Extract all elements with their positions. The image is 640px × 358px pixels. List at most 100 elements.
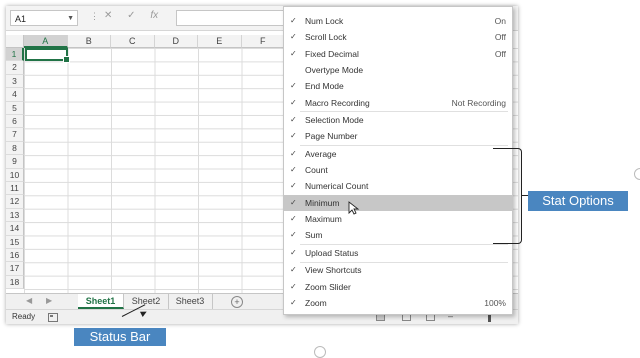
menu-item-label: Zoom Slider xyxy=(305,281,351,292)
row-header-9[interactable]: 9 xyxy=(6,155,24,169)
row-header-4[interactable]: 4 xyxy=(6,88,24,102)
chevron-down-icon[interactable]: ▼ xyxy=(67,11,74,27)
row-header-15[interactable]: 15 xyxy=(6,235,24,249)
row-header-2[interactable]: 2 xyxy=(6,61,24,75)
menu-item-label: Count xyxy=(305,165,328,176)
row-header-8[interactable]: 8 xyxy=(6,141,24,156)
menu-item-minimum[interactable]: ✓ Minimum xyxy=(284,194,512,211)
row-header-1[interactable]: 1 xyxy=(6,48,24,62)
checkmark-icon: ✓ xyxy=(290,48,297,58)
row-header-10[interactable]: 10 xyxy=(6,168,24,182)
row-header-3[interactable]: 3 xyxy=(6,74,24,89)
menu-item-zoom[interactable]: ✓ Zoom 100% xyxy=(284,295,512,311)
menu-item-label: Macro Recording xyxy=(305,97,370,108)
checkmark-icon: ✓ xyxy=(290,181,297,191)
tab-sheet3[interactable]: Sheet3 xyxy=(168,294,213,309)
checkmark-icon: ✓ xyxy=(290,297,297,307)
row-header-11[interactable]: 11 xyxy=(6,182,24,196)
column-header-d[interactable]: D xyxy=(154,35,198,48)
checkmark-icon: ✓ xyxy=(290,97,297,107)
menu-item-label: Numerical Count xyxy=(305,181,369,192)
checkmark-icon: ✓ xyxy=(290,115,297,124)
checkmark-icon: ✓ xyxy=(290,32,297,42)
checkmark-icon: ✓ xyxy=(290,148,297,158)
menu-item-average[interactable]: ✓ Average xyxy=(284,146,512,162)
menu-item-maximum[interactable]: ✓ Maximum xyxy=(284,211,512,227)
edge-mark xyxy=(634,168,640,180)
menu-item-macro-recording[interactable]: ✓ Macro Recording Not Recording xyxy=(284,95,512,111)
tab-sheet2[interactable]: Sheet2 xyxy=(124,294,169,309)
mouse-cursor-icon xyxy=(348,201,360,215)
column-header-e[interactable]: E xyxy=(198,35,242,48)
row-header-14[interactable]: 14 xyxy=(6,222,24,236)
menu-item-fixed-decimal[interactable]: ✓ Fixed Decimal Off xyxy=(284,46,512,62)
add-sheet-button[interactable]: + xyxy=(231,296,243,308)
row-header-5[interactable]: 5 xyxy=(6,101,24,115)
menu-item-label: View Shortcuts xyxy=(305,265,362,276)
menu-item-label: Sum xyxy=(305,230,323,241)
row-header-7[interactable]: 7 xyxy=(6,128,24,142)
formula-icons: ✕ ✓ fx xyxy=(104,10,170,21)
menu-item-selection-mode[interactable]: ✓ Selection Mode xyxy=(284,112,512,128)
menu-item-sum[interactable]: ✓ Sum xyxy=(284,227,512,243)
name-box[interactable]: A1 ▼ xyxy=(10,10,78,26)
menu-item-numerical-count[interactable]: ✓ Numerical Count xyxy=(284,178,512,194)
select-all-corner[interactable] xyxy=(6,35,24,48)
menu-item-label: Zoom xyxy=(305,297,327,308)
menu-item-zoom-slider[interactable]: ✓ Zoom Slider xyxy=(284,279,512,295)
menu-item-label: Maximum xyxy=(305,214,342,224)
checkmark-icon: ✓ xyxy=(290,230,297,240)
stat-options-bracket xyxy=(493,148,522,244)
menu-item-end-mode[interactable]: ✓ End Mode xyxy=(284,78,512,94)
menu-item-page-number[interactable]: ✓ Page Number xyxy=(284,128,512,144)
menu-item-value: On xyxy=(494,16,506,26)
menu-item-label: Num Lock xyxy=(305,16,344,26)
status-ready: Ready xyxy=(12,312,36,321)
column-header-f[interactable]: F xyxy=(241,35,285,48)
checkmark-icon: ✓ xyxy=(290,165,297,175)
column-header-c[interactable]: C xyxy=(111,35,155,48)
name-box-value: A1 xyxy=(15,14,27,24)
edge-mark xyxy=(314,346,326,358)
cancel-icon[interactable]: ✕ xyxy=(104,10,112,21)
stat-options-callout: Stat Options xyxy=(528,191,628,211)
row-header-6[interactable]: 6 xyxy=(6,115,24,129)
checkmark-icon: ✓ xyxy=(290,214,297,223)
checkmark-icon: ✓ xyxy=(290,265,297,275)
row-header-13[interactable]: 13 xyxy=(6,208,24,223)
menu-item-label: Fixed Decimal xyxy=(305,48,359,59)
row-header-12[interactable]: 12 xyxy=(6,195,24,209)
checkmark-icon: ✓ xyxy=(290,81,297,91)
menu-item-overtype-mode[interactable]: Overtype Mode xyxy=(284,62,512,78)
enter-icon[interactable]: ✓ xyxy=(127,10,135,21)
column-header-b[interactable]: B xyxy=(67,35,111,48)
menu-item-label: Overtype Mode xyxy=(305,64,364,75)
menu-item-value: Off xyxy=(494,48,506,59)
checkmark-icon: ✓ xyxy=(290,247,297,257)
macro-record-icon[interactable] xyxy=(48,313,58,322)
checkmark-icon: ✓ xyxy=(290,16,297,25)
tab-sheet1[interactable]: Sheet1 xyxy=(78,294,124,309)
menu-item-label: Selection Mode xyxy=(305,115,364,125)
menu-item-scroll-lock[interactable]: ✓ Scroll Lock Off xyxy=(284,29,512,45)
checkmark-icon: ✓ xyxy=(290,281,297,291)
menu-item-value: 100% xyxy=(484,297,506,308)
menu-item-view-shortcuts[interactable]: ✓ View Shortcuts xyxy=(284,262,512,278)
row-header-18[interactable]: 18 xyxy=(6,275,24,290)
menu-item-count[interactable]: ✓ Count xyxy=(284,162,512,178)
row-header-17[interactable]: 17 xyxy=(6,262,24,276)
function-icon[interactable]: fx xyxy=(150,10,158,21)
menu-item-value: Off xyxy=(494,32,506,43)
menu-item-label: End Mode xyxy=(305,81,344,92)
column-header-a[interactable]: A xyxy=(24,35,68,48)
menu-item-label: Minimum xyxy=(305,197,340,208)
menu-item-upload-status[interactable]: ✓ Upload Status xyxy=(284,245,512,261)
tab-scroll-right-icon[interactable]: ▶ xyxy=(46,296,52,305)
row-header-16[interactable]: 16 xyxy=(6,249,24,263)
status-bar-context-menu: ✓ Num Lock On ✓ Scroll Lock Off ✓ Fixed Decimal… xyxy=(283,6,513,315)
menu-item-label: Page Number xyxy=(305,131,358,142)
menu-item-num-lock[interactable]: ✓ Num Lock On xyxy=(284,13,512,29)
checkmark-icon: ✓ xyxy=(290,197,297,207)
tab-scroll-left-icon[interactable]: ◀ xyxy=(26,296,32,305)
active-cell[interactable] xyxy=(25,48,70,63)
